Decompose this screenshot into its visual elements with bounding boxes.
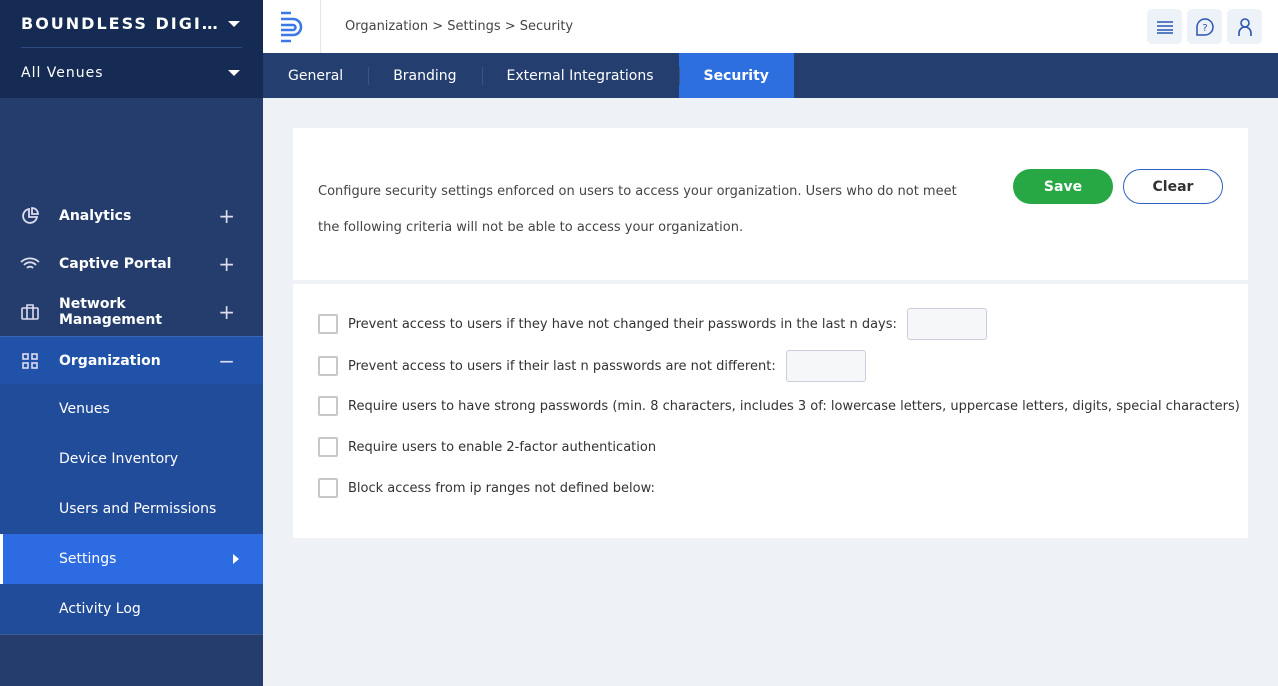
menu-icon <box>1156 20 1174 34</box>
checkbox[interactable] <box>318 437 338 457</box>
sub-users-permissions[interactable]: Users and Permissions <box>0 484 263 534</box>
user-icon <box>1237 17 1253 37</box>
sidebar: BOUNDLESS DIGI… All Venues Analytics+ Ca… <box>0 0 263 686</box>
plus-icon[interactable]: + <box>218 252 235 276</box>
caret-down-icon <box>228 70 240 76</box>
venue-selector[interactable]: All Venues <box>21 48 242 97</box>
option-label: Prevent access to users if they have not… <box>348 317 897 332</box>
option-password-history: Prevent access to users if their last n … <box>318 350 866 382</box>
minus-icon[interactable]: − <box>218 349 235 373</box>
nav-label: Network Management <box>59 296 218 328</box>
checkbox[interactable] <box>318 356 338 376</box>
breadcrumb: Organization > Settings > Security <box>345 19 1147 34</box>
menu-button[interactable] <box>1147 9 1182 44</box>
svg-text:?: ? <box>1202 23 1207 34</box>
org-name: BOUNDLESS DIGI… <box>21 14 220 33</box>
app-logo[interactable] <box>263 0 321 53</box>
checkbox[interactable] <box>318 314 338 334</box>
option-password-age: Prevent access to users if they have not… <box>318 308 987 340</box>
user-button[interactable] <box>1227 9 1262 44</box>
sub-label: Users and Permissions <box>59 501 216 517</box>
sub-device-inventory[interactable]: Device Inventory <box>0 434 263 484</box>
help-button[interactable]: ? <box>1187 9 1222 44</box>
security-intro-card: Configure security settings enforced on … <box>293 128 1248 280</box>
grid-icon <box>20 353 40 369</box>
nav-label: Captive Portal <box>59 256 218 272</box>
tab-bar: General Branding External Integrations S… <box>263 53 1278 98</box>
sub-label: Activity Log <box>59 601 141 617</box>
nav-captive-portal[interactable]: Captive Portal+ <box>0 240 263 288</box>
option-label: Prevent access to users if their last n … <box>348 359 776 374</box>
plus-icon[interactable]: + <box>218 204 235 228</box>
nav-label: Organization <box>59 353 218 369</box>
option-ip-ranges: Block access from ip ranges not defined … <box>318 478 655 498</box>
caret-down-icon <box>228 21 240 27</box>
tab-general[interactable]: General <box>263 53 368 98</box>
nav-organization[interactable]: Organization− <box>0 336 263 384</box>
wifi-icon <box>20 257 40 271</box>
sub-label: Settings <box>59 551 116 567</box>
option-strong-passwords: Require users to have strong passwords (… <box>318 396 1240 416</box>
clear-button[interactable]: Clear <box>1123 169 1223 204</box>
sub-settings[interactable]: Settings <box>0 534 263 584</box>
description: Configure security settings enforced on … <box>318 174 978 246</box>
caret-right-icon <box>233 554 239 564</box>
sub-activity-log[interactable]: Activity Log <box>0 584 263 634</box>
checkbox[interactable] <box>318 478 338 498</box>
tab-branding[interactable]: Branding <box>368 53 481 98</box>
count-input[interactable] <box>786 350 866 382</box>
save-button[interactable]: Save <box>1013 169 1113 204</box>
nav-analytics[interactable]: Analytics+ <box>0 192 263 240</box>
security-options-card: Prevent access to users if they have not… <box>293 284 1248 538</box>
sub-label: Device Inventory <box>59 451 178 467</box>
option-label: Block access from ip ranges not defined … <box>348 481 655 496</box>
nav-label: Analytics <box>59 208 218 224</box>
nav-network-management[interactable]: Network Management+ <box>0 288 263 336</box>
briefcase-icon <box>20 304 40 320</box>
checkbox[interactable] <box>318 396 338 416</box>
pie-chart-icon <box>20 207 40 225</box>
option-2fa: Require users to enable 2-factor authent… <box>318 437 656 457</box>
sub-venues[interactable]: Venues <box>0 384 263 434</box>
option-label: Require users to have strong passwords (… <box>348 399 1240 414</box>
tab-security[interactable]: Security <box>679 53 794 98</box>
option-label: Require users to enable 2-factor authent… <box>348 440 656 455</box>
plus-icon[interactable]: + <box>218 300 235 324</box>
help-icon: ? <box>1195 17 1215 37</box>
sub-label: Venues <box>59 401 110 417</box>
days-input[interactable] <box>907 308 987 340</box>
tab-external-integrations[interactable]: External Integrations <box>482 53 679 98</box>
organization-selector[interactable]: BOUNDLESS DIGI… <box>21 0 242 48</box>
header: Organization > Settings > Security ? <box>263 0 1278 53</box>
venue-name: All Venues <box>21 65 104 81</box>
